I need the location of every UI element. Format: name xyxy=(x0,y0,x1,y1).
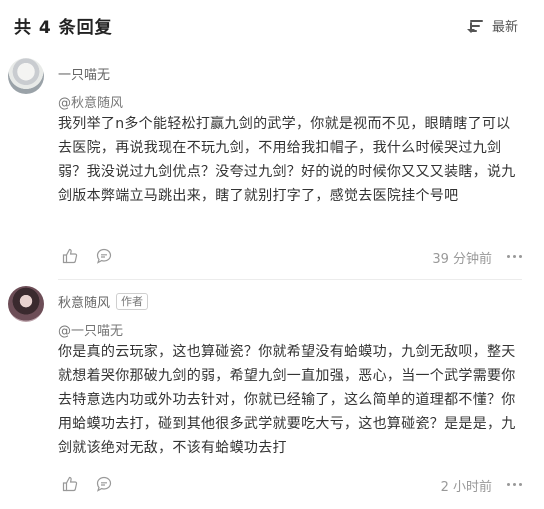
comment-item: 秋意随风 作者 @一只喵无 你是真的云玩家，这也算碰瓷？你就希望没有蛤蟆功，九剑… xyxy=(0,280,544,509)
comment-text: 我列举了n多个能轻松打赢九剑的武学，你就是视而不见，眼睛瞎了可以去医院，再说我现… xyxy=(58,116,516,204)
comment-text: 你是真的云玩家，这也算碰瓷？你就希望没有蛤蟆功，九剑无敌呗，整天就想着哭你那破九… xyxy=(58,344,516,456)
comment-author-name[interactable]: 秋意随风 xyxy=(58,292,110,311)
comment-time: 2 小时前 xyxy=(440,480,492,495)
comment-actions xyxy=(62,248,130,264)
comment-time: 39 分钟前 xyxy=(432,252,492,267)
sort-label: 最新 xyxy=(491,20,518,35)
comment-author-row: 一只喵无 xyxy=(58,64,110,83)
comment-item: 一只喵无 @秋意随风 我列举了n多个能轻松打赢九剑的武学，你就是视而不见，眼睛瞎… xyxy=(0,52,544,280)
reply-count-title: 共 4 条回复 xyxy=(14,18,113,38)
thumbs-up-icon[interactable] xyxy=(62,248,78,264)
more-dots-icon[interactable] xyxy=(506,476,522,492)
reply-to-mention[interactable]: @秋意随风 xyxy=(58,92,123,111)
thumbs-up-icon[interactable] xyxy=(62,476,78,492)
comment-actions xyxy=(62,476,130,492)
replies-header: 共 4 条回复 最新 xyxy=(0,0,544,48)
reply-bubble-icon[interactable] xyxy=(96,248,112,264)
avatar[interactable] xyxy=(8,286,44,322)
comment-author-row: 秋意随风 作者 xyxy=(58,292,149,311)
reply-bubble-icon[interactable] xyxy=(96,476,112,492)
comment-author-name[interactable]: 一只喵无 xyxy=(58,64,110,83)
sort-toggle[interactable]: 最新 xyxy=(466,16,518,35)
sort-lines-icon xyxy=(466,19,486,33)
more-dots-icon[interactable] xyxy=(506,248,522,264)
reply-to-mention[interactable]: @一只喵无 xyxy=(58,320,123,339)
author-badge: 作者 xyxy=(116,293,149,310)
avatar[interactable] xyxy=(8,58,44,94)
